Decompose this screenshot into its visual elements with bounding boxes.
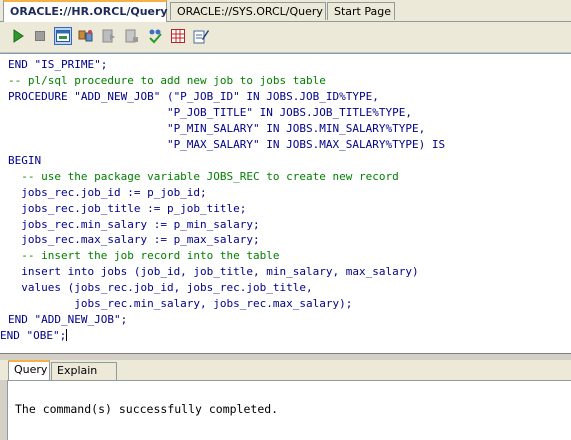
code-line: END "IS_PRIME"; [8,58,108,71]
results-tab-bar: Query Explain Plan [0,360,571,393]
code-line: "P_JOB_TITLE" IN JOBS.JOB_TITLE%TYPE, [8,105,412,119]
results-grid-icon[interactable] [54,27,72,45]
code-line-last: END "OBE"; [0,329,67,343]
code-comment: -- use the package variable JOBS_REC to … [8,169,399,183]
code-line: "P_MIN_SALARY" IN JOBS.MIN_SALARY%TYPE, [8,121,426,135]
status-message: The command(s) successfully completed. [15,402,279,416]
commit-icon[interactable] [123,27,141,45]
table-icon[interactable] [169,27,187,45]
tab-hr-query[interactable]: ORACLE://HR.ORCL/Query [3,0,168,22]
code-line: END "ADD_NEW_JOB"; [8,313,128,327]
code-line: jobs_rec.job_title := p_job_title; [8,201,247,215]
code-line: PROCEDURE "ADD_NEW_JOB" ("P_JOB_ID" IN J… [8,89,379,103]
stop-icon[interactable] [31,27,49,45]
code-line: jobs_rec.min_salary, jobs_rec.max_salary… [8,297,353,311]
code-line: jobs_rec.job_id := p_job_id; [8,185,207,199]
tab-query-results[interactable]: Query [8,360,50,380]
sql-editor[interactable]: END "IS_PRIME"; -- pl/sql procedure to a… [0,53,571,353]
code-line: insert into jobs (job_id, job_title, min… [8,265,419,279]
code-line: jobs_rec.max_salary := p_max_salary; [8,233,260,247]
tab-explain-plan[interactable]: Explain Plan [51,362,117,393]
explain-plan-icon[interactable] [77,27,95,45]
run-icon[interactable] [9,27,27,45]
code-line: "P_MAX_SALARY" IN JOBS.MAX_SALARY%TYPE) … [8,137,446,151]
execute-script-icon[interactable] [100,27,118,45]
code-line: jobs_rec.min_salary := p_min_salary; [8,217,260,231]
code-text[interactable]: END "IS_PRIME"; -- pl/sql procedure to a… [0,57,446,344]
edit-icon[interactable] [192,27,210,45]
validate-icon[interactable] [146,27,164,45]
code-comment: -- pl/sql procedure to add new job to jo… [8,73,326,87]
results-output-pane: The command(s) successfully completed. [7,380,571,440]
editor-tab-bar: ORACLE://HR.ORCL/Query ORACLE://SYS.ORCL… [0,0,571,22]
tab-start-page[interactable]: Start Page [327,2,395,20]
text-caret [66,329,68,342]
toolbar [0,22,571,53]
tab-sys-query[interactable]: ORACLE://SYS.ORCL/Query [170,2,326,20]
code-line: values (jobs_rec.job_id, jobs_rec.job_ti… [8,281,313,295]
code-line: BEGIN [8,153,42,167]
code-comment: -- insert the job record into the table [8,249,280,263]
